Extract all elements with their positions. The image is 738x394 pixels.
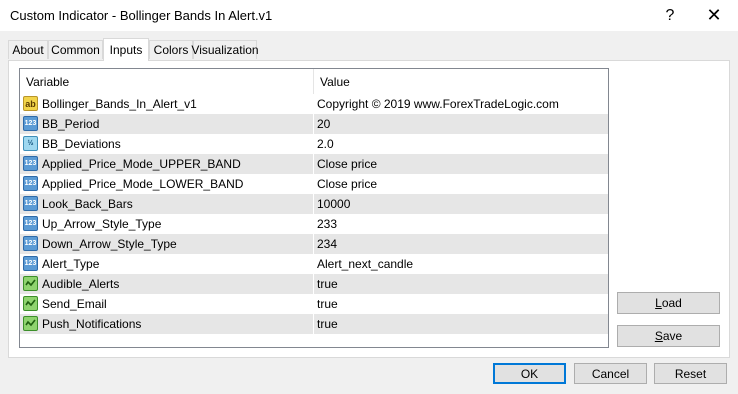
- table-row[interactable]: 123 BB_Period 20: [20, 114, 608, 134]
- title-bar: Custom Indicator - Bollinger Bands In Al…: [0, 0, 738, 31]
- help-button[interactable]: ?: [650, 0, 690, 31]
- variable-name: Applied_Price_Mode_UPPER_BAND: [42, 157, 241, 171]
- integer-123-icon: 123: [23, 116, 38, 131]
- table-row[interactable]: Push_Notifications true: [20, 314, 608, 334]
- table-header: Variable Value: [20, 69, 608, 94]
- variable-value[interactable]: 234: [317, 237, 337, 251]
- variable-value[interactable]: Close price: [317, 157, 377, 171]
- variable-value[interactable]: 233: [317, 217, 337, 231]
- close-button[interactable]: ✕: [694, 0, 734, 31]
- load-label-rest: oad: [661, 296, 682, 310]
- load-mnemonic: L: [655, 296, 662, 310]
- tab-about[interactable]: About: [8, 40, 48, 59]
- integer-123-icon: 123: [23, 216, 38, 231]
- string-ab-icon: ab: [23, 96, 38, 111]
- cell-divider: [313, 294, 314, 314]
- cell-divider: [313, 174, 314, 194]
- table-row[interactable]: ab Bollinger_Bands_In_Alert_v1 Copyright ©…: [20, 94, 608, 114]
- table-row[interactable]: ½ BB_Deviations 2.0: [20, 134, 608, 154]
- integer-123-icon: 123: [23, 256, 38, 271]
- variable-value[interactable]: true: [317, 297, 338, 311]
- variable-value[interactable]: Close price: [317, 177, 377, 191]
- double-half-icon: ½: [23, 136, 38, 151]
- variable-name: BB_Period: [42, 117, 100, 131]
- tab-colors[interactable]: Colors: [149, 40, 193, 59]
- ok-button[interactable]: OK: [493, 363, 566, 384]
- table-row[interactable]: Audible_Alerts true: [20, 274, 608, 294]
- load-button[interactable]: Load: [617, 292, 720, 314]
- variable-value[interactable]: 10000: [317, 197, 350, 211]
- boolean-icon: [23, 296, 38, 311]
- cell-divider: [313, 194, 314, 214]
- table-row[interactable]: Send_Email true: [20, 294, 608, 314]
- column-divider[interactable]: [313, 69, 314, 94]
- cell-divider: [313, 214, 314, 234]
- cell-divider: [313, 254, 314, 274]
- variable-value[interactable]: 2.0: [317, 137, 334, 151]
- variable-name: BB_Deviations: [42, 137, 121, 151]
- cell-divider: [313, 134, 314, 154]
- variable-name: Look_Back_Bars: [42, 197, 133, 211]
- table-row[interactable]: 123 Look_Back_Bars 10000: [20, 194, 608, 214]
- integer-123-icon: 123: [23, 236, 38, 251]
- variable-name: Push_Notifications: [42, 317, 142, 331]
- variable-value[interactable]: true: [317, 277, 338, 291]
- cell-divider: [313, 94, 314, 114]
- variable-value[interactable]: Copyright © 2019 www.ForexTradeLogic.com: [317, 97, 559, 111]
- integer-123-icon: 123: [23, 196, 38, 211]
- table-row[interactable]: 123 Up_Arrow_Style_Type 233: [20, 214, 608, 234]
- table-row[interactable]: 123 Alert_Type Alert_next_candle: [20, 254, 608, 274]
- integer-123-icon: 123: [23, 176, 38, 191]
- column-header-value[interactable]: Value: [320, 75, 350, 89]
- boolean-icon: [23, 276, 38, 291]
- table-row[interactable]: 123 Applied_Price_Mode_UPPER_BAND Close pr…: [20, 154, 608, 174]
- variable-name: Audible_Alerts: [42, 277, 120, 291]
- cell-divider: [313, 314, 314, 334]
- boolean-icon: [23, 316, 38, 331]
- variable-name: Applied_Price_Mode_LOWER_BAND: [42, 177, 244, 191]
- integer-123-icon: 123: [23, 156, 38, 171]
- reset-button[interactable]: Reset: [654, 363, 727, 384]
- cell-divider: [313, 154, 314, 174]
- tab-inputs[interactable]: Inputs: [103, 38, 149, 61]
- variable-name: Alert_Type: [42, 257, 100, 271]
- window-title: Custom Indicator - Bollinger Bands In Al…: [10, 8, 273, 23]
- cell-divider: [313, 234, 314, 254]
- save-button[interactable]: Save: [617, 325, 720, 347]
- variable-name: Send_Email: [42, 297, 107, 311]
- cancel-button[interactable]: Cancel: [574, 363, 647, 384]
- variable-name: Up_Arrow_Style_Type: [42, 217, 162, 231]
- cell-divider: [313, 274, 314, 294]
- table-row[interactable]: 123 Applied_Price_Mode_LOWER_BAND Close pr…: [20, 174, 608, 194]
- variable-value[interactable]: Alert_next_candle: [317, 257, 413, 271]
- variable-value[interactable]: true: [317, 317, 338, 331]
- tab-common[interactable]: Common: [48, 40, 103, 59]
- inputs-table: Variable Value ab Bollinger_Bands_In_Aler…: [19, 68, 609, 348]
- tab-visualization[interactable]: Visualization: [191, 40, 259, 59]
- save-mnemonic: S: [654, 329, 663, 343]
- variable-value[interactable]: 20: [317, 117, 330, 131]
- variable-name: Bollinger_Bands_In_Alert_v1: [42, 97, 197, 111]
- cell-divider: [313, 114, 314, 134]
- column-header-variable[interactable]: Variable: [26, 75, 69, 89]
- variable-name: Down_Arrow_Style_Type: [42, 237, 177, 251]
- table-row[interactable]: 123 Down_Arrow_Style_Type 234: [20, 234, 608, 254]
- save-label-rest: ave: [662, 329, 683, 343]
